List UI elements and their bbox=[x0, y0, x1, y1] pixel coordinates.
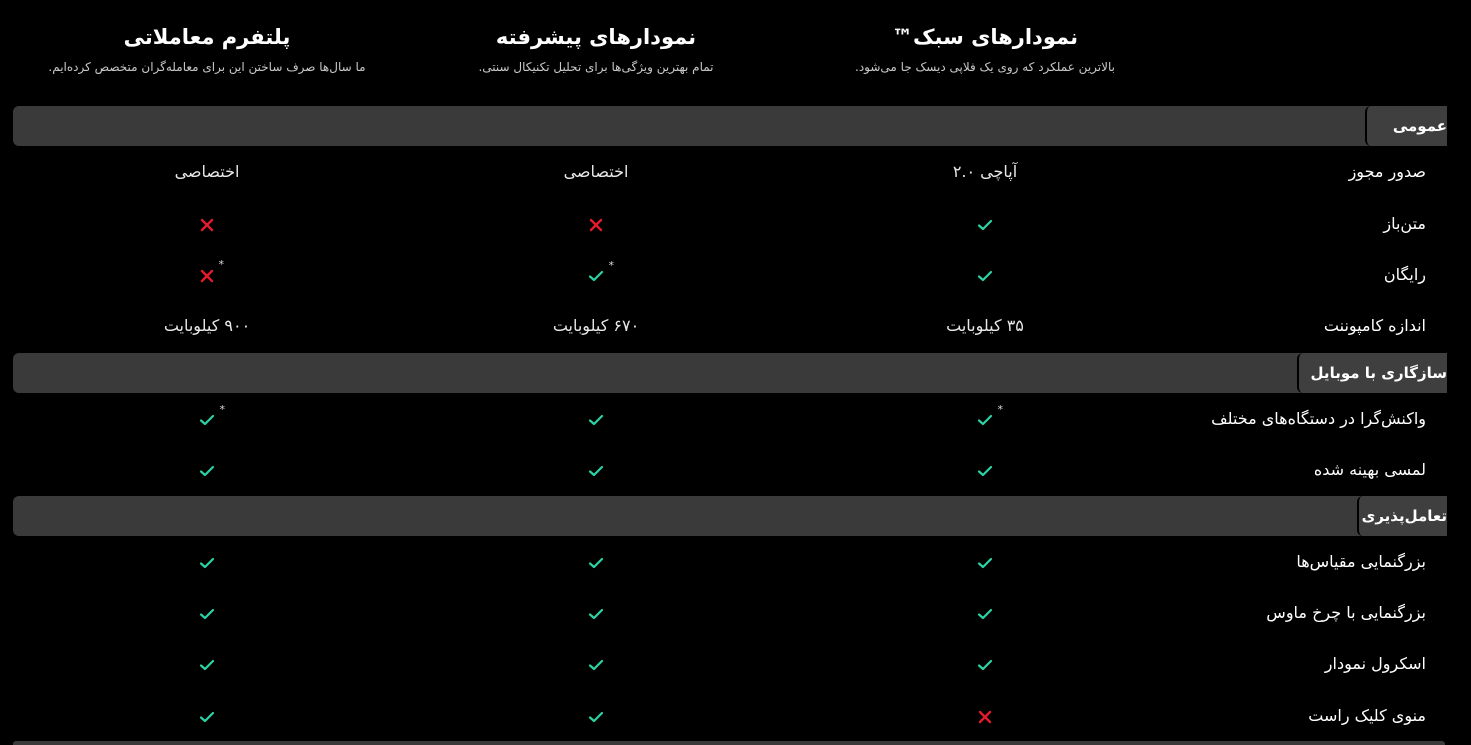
table-cell bbox=[835, 536, 1135, 588]
feature-label: متن‌باز bbox=[1383, 214, 1426, 233]
check-icon bbox=[588, 659, 604, 671]
check-icon bbox=[588, 557, 604, 569]
table-cell bbox=[446, 536, 746, 588]
section-header: عمومی bbox=[13, 106, 1447, 146]
table-cell bbox=[57, 587, 357, 639]
footnote-marker: * bbox=[218, 257, 225, 271]
column-header-advanced: نمودارهای پیشرفته تمام بهترین ویژگی‌ها ب… bbox=[446, 22, 746, 74]
table-cell bbox=[57, 638, 357, 690]
table-cell bbox=[835, 249, 1135, 301]
table-cell bbox=[835, 198, 1135, 250]
table-cell bbox=[446, 587, 746, 639]
check-icon bbox=[199, 711, 215, 723]
column-title: پلتفرم معاملاتی bbox=[123, 25, 291, 49]
table-cell bbox=[835, 444, 1135, 496]
table-row: منوی کلیک راست bbox=[0, 690, 1471, 742]
table-cell: * bbox=[57, 249, 357, 301]
check-icon bbox=[588, 414, 604, 426]
table-row: بزرگنمایی مقیاس‌ها bbox=[0, 536, 1471, 588]
check-icon bbox=[588, 465, 604, 477]
table-cell: اختصاصی bbox=[563, 162, 629, 181]
check-icon: * bbox=[588, 260, 614, 282]
table-row: اسکرول نمودار bbox=[0, 638, 1471, 690]
check-icon bbox=[588, 608, 604, 620]
table-cell: اختصاصی bbox=[174, 162, 240, 181]
cross-icon bbox=[200, 218, 214, 232]
feature-label: اسکرول نمودار bbox=[1324, 654, 1426, 673]
column-subtitle: ما سال‌ها صرف ساختن این برای معامله‌گران… bbox=[48, 60, 366, 74]
column-title: نمودارهای پیشرفته bbox=[495, 25, 697, 49]
table-cell: * bbox=[835, 393, 1135, 445]
check-icon bbox=[977, 219, 993, 231]
check-icon: * bbox=[977, 404, 1003, 426]
table-cell: ۶۷۰ کیلوبایت bbox=[552, 316, 640, 335]
table-cell bbox=[835, 638, 1135, 690]
footnote-marker: * bbox=[997, 402, 1004, 416]
table-row: لمسی بهینه شده bbox=[0, 444, 1471, 496]
cross-icon bbox=[978, 710, 992, 724]
table-row: متن‌باز bbox=[0, 198, 1471, 250]
table-cell: ۳۵ کیلوبایت bbox=[946, 316, 1024, 335]
table-cell bbox=[446, 444, 746, 496]
check-icon: * bbox=[199, 404, 225, 426]
column-subtitle: تمام بهترین ویژگی‌ها برای تحلیل تکنیکال … bbox=[478, 60, 714, 74]
check-icon bbox=[199, 557, 215, 569]
feature-label: بزرگنمایی با چرخ ماوس bbox=[1266, 603, 1426, 622]
feature-label: اندازه کامپوننت bbox=[1323, 316, 1426, 335]
check-icon bbox=[977, 270, 993, 282]
table-cell bbox=[57, 444, 357, 496]
footnote-marker: * bbox=[219, 402, 226, 416]
check-icon bbox=[199, 608, 215, 620]
section-header: تعامل‌پذیری bbox=[13, 496, 1447, 536]
table-cell bbox=[446, 638, 746, 690]
table-cell bbox=[57, 536, 357, 588]
check-icon bbox=[977, 608, 993, 620]
table-cell bbox=[57, 690, 357, 742]
table-cell: ۹۰۰ کیلوبایت bbox=[163, 316, 251, 335]
table-cell bbox=[446, 393, 746, 445]
table-row: رایگان * * bbox=[0, 249, 1471, 301]
table-cell bbox=[835, 587, 1135, 639]
table-cell bbox=[446, 198, 746, 250]
column-subtitle: بالاترین عملکرد که روی یک فلاپی دیسک جا … bbox=[855, 60, 1115, 74]
feature-label: واکنش‌گرا در دستگاه‌های مختلف bbox=[1211, 409, 1426, 428]
table-row: صدور مجوز آپاچی ۲.۰ اختصاصی اختصاصی bbox=[0, 146, 1471, 198]
check-icon bbox=[977, 557, 993, 569]
column-header-trading-platform: پلتفرم معاملاتی ما سال‌ها صرف ساختن این … bbox=[7, 22, 407, 74]
column-title: نمودارهای سبک™ bbox=[892, 25, 1078, 49]
section-label: تعامل‌پذیری bbox=[1357, 496, 1447, 536]
feature-label: بزرگنمایی مقیاس‌ها bbox=[1296, 552, 1426, 571]
check-icon bbox=[588, 711, 604, 723]
table-cell bbox=[835, 690, 1135, 742]
feature-label: لمسی بهینه شده bbox=[1313, 460, 1426, 479]
cross-icon: * bbox=[200, 259, 224, 283]
table-row: اندازه کامپوننت ۳۵ کیلوبایت ۶۷۰ کیلوبایت ۹۰… bbox=[0, 300, 1471, 352]
table-cell bbox=[57, 198, 357, 250]
check-icon bbox=[199, 465, 215, 477]
table-cell: آپاچی ۲.۰ bbox=[952, 162, 1018, 181]
table-row: بزرگنمایی با چرخ ماوس bbox=[0, 587, 1471, 639]
feature-label: رایگان bbox=[1383, 265, 1426, 284]
table-cell: * bbox=[57, 393, 357, 445]
table-row: واکنش‌گرا در دستگاه‌های مختلف * * bbox=[0, 393, 1471, 445]
next-section-edge bbox=[13, 741, 1445, 745]
check-icon bbox=[199, 659, 215, 671]
section-header: سازگاری با موبایل bbox=[13, 353, 1447, 393]
feature-label: صدور مجوز bbox=[1348, 162, 1426, 181]
feature-label: منوی کلیک راست bbox=[1308, 706, 1426, 725]
check-icon bbox=[977, 659, 993, 671]
section-label: سازگاری با موبایل bbox=[1297, 353, 1447, 393]
check-icon bbox=[977, 465, 993, 477]
column-header-lightweight: نمودارهای سبک™ بالاترین عملکرد که روی یک… bbox=[835, 22, 1135, 74]
table-cell: * bbox=[446, 249, 746, 301]
footnote-marker: * bbox=[608, 258, 615, 272]
table-cell bbox=[446, 690, 746, 742]
section-label: عمومی bbox=[1365, 106, 1447, 146]
cross-icon bbox=[589, 218, 603, 232]
